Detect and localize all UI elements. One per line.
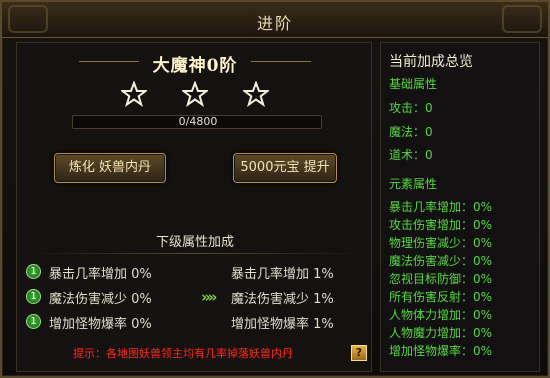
element-attr-item: 人物体力增加：0%	[389, 308, 493, 322]
refine-core-button[interactable]: 炼化 妖兽内丹	[54, 153, 166, 183]
attr-row: 1 增加怪物爆率 0% 增加怪物爆率 1%	[17, 313, 373, 332]
star-icon	[119, 80, 149, 107]
star-icon	[241, 80, 271, 107]
element-attr-item: 人物魔力增加：0%	[389, 326, 493, 340]
basic-attr-item: 攻击：0	[389, 101, 433, 115]
element-attr-item: 忽视目标防御：0%	[389, 272, 493, 286]
level-badge-icon: 1	[26, 314, 41, 329]
element-attr-item: 攻击伤害增加：0%	[389, 218, 493, 232]
attr-next: 暴击几率增加 1%	[231, 267, 334, 282]
next-level-title: 下级属性加成	[155, 235, 234, 250]
window-title: 进阶	[256, 14, 293, 33]
element-attr-heading: 元素属性	[389, 177, 438, 191]
attr-row: 1 魔法伤害减少 0% 魔法伤害减少 1%	[17, 288, 373, 307]
attr-next: 增加怪物爆率 1%	[231, 317, 334, 332]
title-deco-right	[251, 61, 311, 62]
attr-current: 增加怪物爆率 0%	[49, 317, 152, 332]
tip-text: 提示：各地图妖兽领主均有几率掉落妖兽内丹	[73, 347, 293, 360]
element-attr-item: 物理伤害减少：0%	[389, 236, 493, 250]
element-attr-item: 暴击几率增加：0%	[389, 200, 493, 214]
star-rating	[17, 80, 373, 111]
advance-window: 进阶 大魔神0阶 0/4800 炼化 妖兽内丹 5000元宝 提升 下级属性加成…	[0, 0, 550, 378]
basic-attr-heading: 基础属性	[389, 77, 438, 91]
right-ornament	[502, 5, 542, 33]
attr-next: 魔法伤害减少 1%	[231, 292, 334, 307]
level-badge-icon: 1	[26, 289, 41, 304]
title-bar[interactable]: 进阶	[2, 2, 548, 38]
element-attr-item: 所有伤害反射：0%	[389, 290, 493, 304]
advance-panel: 大魔神0阶 0/4800 炼化 妖兽内丹 5000元宝 提升 下级属性加成 1 …	[16, 42, 372, 372]
element-attr-item: 魔法伤害减少：0%	[389, 254, 493, 268]
exp-progress-bar: 0/4800	[72, 115, 322, 129]
summary-panel: 当前加成总览 基础属性 攻击：0 魔法：0 道术：0 元素属性 暴击几率增加：0…	[380, 42, 540, 372]
divider	[27, 253, 363, 254]
help-button[interactable]: ?	[351, 345, 367, 361]
double-arrow-icon: »»	[201, 288, 217, 306]
level-badge-icon: 1	[26, 264, 41, 279]
star-icon	[180, 80, 210, 107]
summary-title: 当前加成总览	[389, 54, 473, 70]
basic-attr-item: 道术：0	[389, 148, 433, 162]
attr-row: 1 暴击几率增加 0% 暴击几率增加 1%	[17, 263, 373, 282]
attr-current: 魔法伤害减少 0%	[49, 292, 152, 307]
basic-attr-item: 魔法：0	[389, 125, 433, 139]
attr-current: 暴击几率增加 0%	[49, 267, 152, 282]
boss-name: 大魔神0阶	[152, 56, 238, 76]
promote-gold-button[interactable]: 5000元宝 提升	[233, 153, 337, 183]
exp-progress-text: 0/4800	[178, 115, 218, 128]
element-attr-item: 增加怪物爆率：0%	[389, 344, 493, 358]
